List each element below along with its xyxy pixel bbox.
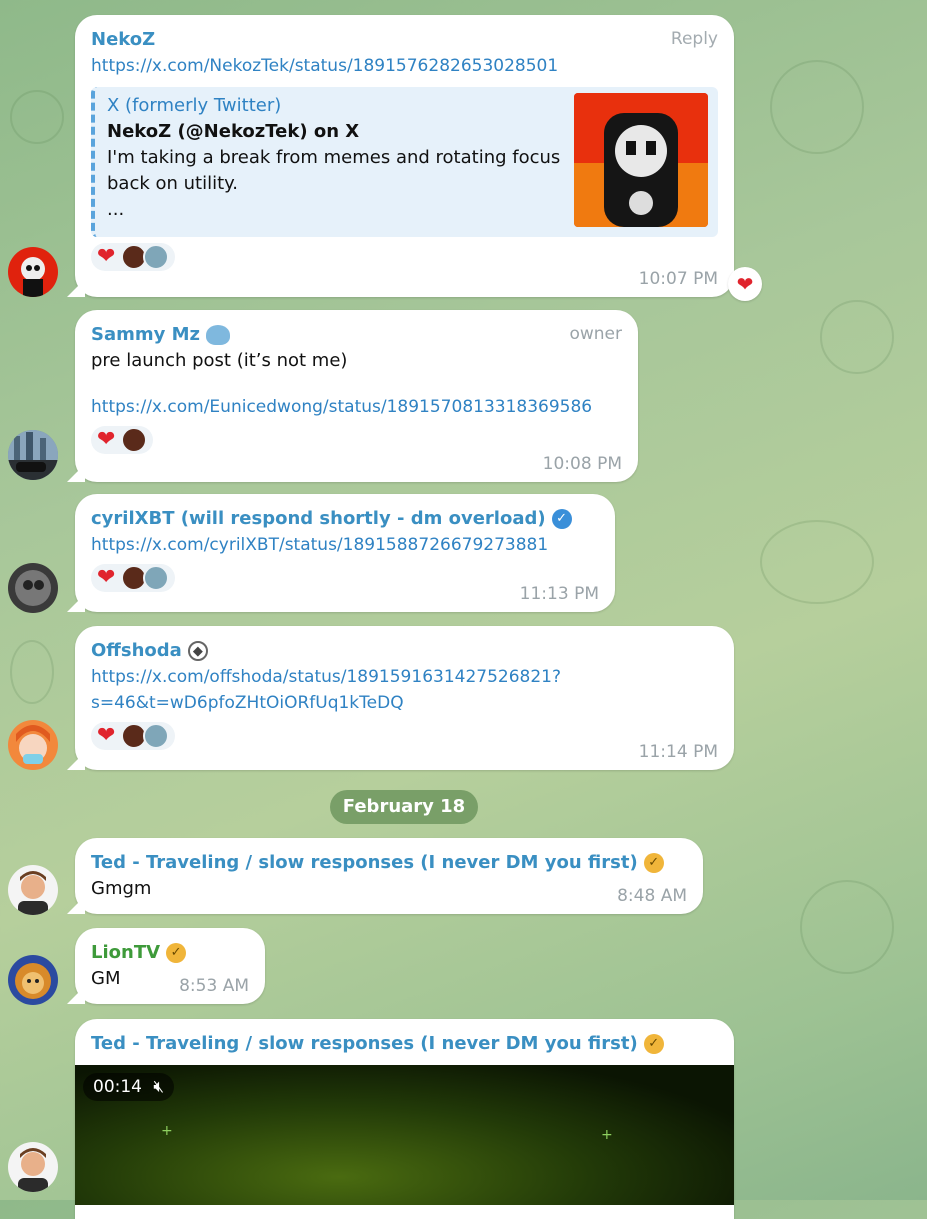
ethereum-badge-icon: ◆	[187, 641, 208, 661]
sparkle-icon: +	[601, 1127, 613, 1143]
reactor-avatar	[143, 244, 170, 270]
pixel-skull-thumbnail-icon	[574, 93, 708, 227]
sender-name-text: cyrilXBT (will respond shortly - dm over…	[91, 508, 546, 529]
lion-avatar-icon	[15, 963, 51, 999]
city-car-avatar-icon	[8, 430, 58, 480]
sender-name[interactable]: NekoZ	[91, 27, 718, 53]
verified-badge-icon: ✓	[551, 509, 572, 529]
sender-name-text: Ted - Traveling / slow responses (I neve…	[91, 1033, 638, 1054]
sender-avatar[interactable]	[8, 430, 58, 480]
reactor-avatar	[143, 723, 170, 749]
message-bubble[interactable]: Offshoda ◆ https://x.com/offshoda/status/…	[67, 626, 734, 770]
message-bubble[interactable]: Ted - Traveling / slow responses (I neve…	[75, 1019, 734, 1219]
message-time: 11:13 PM	[519, 584, 599, 604]
background-doodle	[820, 300, 894, 374]
heart-reaction-icon[interactable]: ❤	[97, 567, 115, 589]
sender-name[interactable]: Ted - Traveling / slow responses (I neve…	[91, 850, 687, 876]
message-bubble[interactable]: Sammy Mz owner pre launch post (it’s not…	[67, 310, 638, 482]
reactions-bar[interactable]: ❤	[91, 564, 176, 592]
preview-description: I'm taking a break from memes and rotati…	[107, 147, 561, 194]
sender-name[interactable]: Offshoda ◆	[91, 638, 718, 664]
person-avatar-icon	[18, 871, 48, 915]
background-doodle	[800, 880, 894, 974]
message-time: 11:14 PM	[638, 742, 718, 762]
bubble-tail	[67, 594, 85, 612]
video-player[interactable]: 00:14 🔇︎ + +	[75, 1065, 734, 1205]
message-text: Gmgm	[91, 878, 152, 899]
bubble-tail	[67, 279, 85, 297]
sender-avatar[interactable]	[8, 247, 58, 297]
sender-name-text: LionTV	[91, 942, 161, 963]
anime-avatar-icon	[16, 725, 50, 764]
message-time: 10:07 PM	[638, 269, 718, 289]
heart-reaction-icon[interactable]: ❤	[97, 429, 115, 451]
reactions-bar[interactable]: ❤	[91, 722, 176, 750]
message-time: 10:08 PM	[542, 454, 622, 474]
sender-name[interactable]: cyrilXBT (will respond shortly - dm over…	[91, 506, 599, 532]
preview-ellipsis: ...	[107, 199, 125, 220]
sender-name-text: Ted - Traveling / slow responses (I neve…	[91, 852, 638, 873]
link-preview[interactable]: X (formerly Twitter) NekoZ (@NekozTek) o…	[91, 87, 718, 237]
sender-avatar[interactable]	[8, 1142, 58, 1192]
sender-avatar[interactable]	[8, 865, 58, 915]
date-divider: February 18	[330, 790, 478, 824]
preview-thumbnail[interactable]	[574, 93, 708, 227]
person-avatar-icon	[18, 1148, 48, 1192]
reactions-bar[interactable]: ❤	[91, 426, 154, 454]
message-text: pre launch post (it’s not me)	[91, 350, 348, 371]
skull-avatar-icon	[21, 257, 45, 297]
message-link-continued[interactable]: s=46&t=wD6pfoZHtOiORfUq1kTeDQ	[91, 690, 718, 716]
reply-button[interactable]: Reply	[671, 29, 718, 49]
message-link[interactable]: https://x.com/NekozTek/status/1891576282…	[91, 53, 718, 79]
sender-name[interactable]: LionTV ✓	[91, 940, 249, 966]
background-doodle	[770, 60, 864, 154]
bubble-tail	[67, 752, 85, 770]
heart-reaction-icon[interactable]: ❤	[728, 267, 762, 301]
sender-name-text: Offshoda	[91, 640, 182, 661]
sparkle-icon: +	[161, 1123, 173, 1139]
heart-reaction-icon[interactable]: ❤	[97, 725, 115, 747]
message-bubble[interactable]: Ted - Traveling / slow responses (I neve…	[67, 838, 703, 914]
muted-speaker-icon[interactable]: 🔇︎	[153, 1077, 164, 1097]
message-link[interactable]: https://x.com/offshoda/status/1891591631…	[91, 664, 718, 690]
reactor-avatar	[143, 565, 170, 591]
message-bubble[interactable]: NekoZ Reply https://x.com/NekozTek/statu…	[67, 15, 734, 297]
bubble-tail	[67, 464, 85, 482]
message-time: 8:48 AM	[617, 886, 687, 906]
cartoon-avatar-icon	[15, 570, 51, 606]
background-doodle	[10, 90, 64, 144]
message-time: 8:53 AM	[179, 976, 249, 996]
bubble-tail	[67, 896, 85, 914]
role-badge: owner	[569, 324, 622, 344]
reactions-bar[interactable]: ❤	[91, 243, 176, 271]
message-bubble[interactable]: LionTV ✓ GM 8:53 AM	[67, 928, 265, 1004]
sender-name[interactable]: Ted - Traveling / slow responses (I neve…	[91, 1031, 718, 1057]
wolf-emoji-status-icon	[206, 325, 231, 345]
heart-reaction-icon[interactable]: ❤	[97, 246, 115, 268]
gold-verified-badge-icon: ✓	[166, 943, 187, 963]
message-bubble[interactable]: cyrilXBT (will respond shortly - dm over…	[67, 494, 615, 612]
sender-name-text: Sammy Mz	[91, 324, 201, 345]
message-link[interactable]: https://x.com/cyrilXBT/status/1891588726…	[91, 532, 599, 558]
message-link[interactable]: https://x.com/Eunicedwong/status/1891570…	[91, 394, 622, 420]
sender-avatar[interactable]	[8, 563, 58, 613]
background-doodle	[760, 520, 874, 604]
video-duration-text: 00:14	[93, 1077, 142, 1097]
sender-name[interactable]: Sammy Mz	[91, 322, 622, 348]
gold-verified-badge-icon: ✓	[643, 853, 664, 873]
gold-verified-badge-icon: ✓	[643, 1034, 664, 1054]
sender-avatar[interactable]	[8, 720, 58, 770]
bubble-tail	[67, 986, 85, 1004]
background-doodle	[10, 640, 54, 704]
sender-avatar[interactable]	[8, 955, 58, 1005]
video-duration[interactable]: 00:14 🔇︎	[83, 1073, 175, 1101]
reactor-avatar	[121, 427, 148, 453]
